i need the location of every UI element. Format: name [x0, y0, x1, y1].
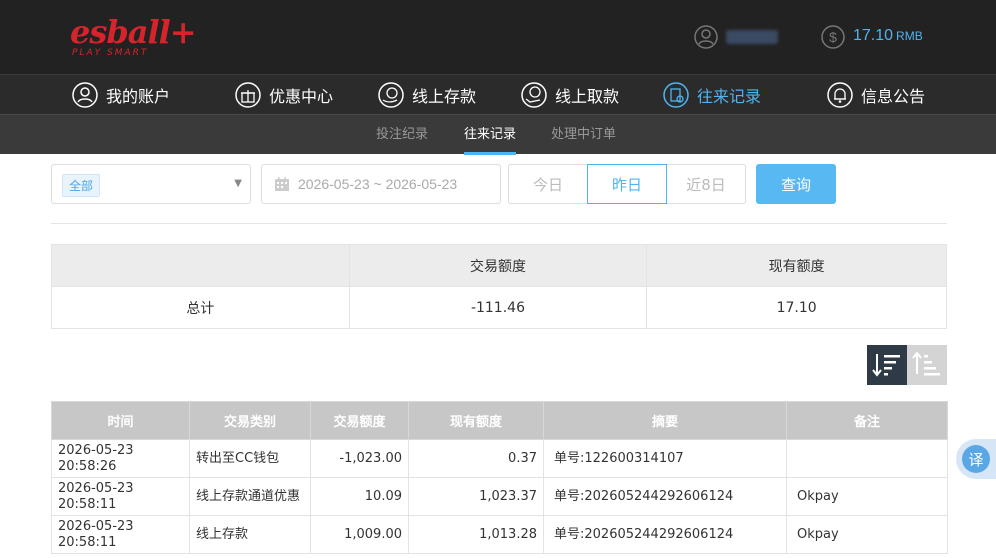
bell-icon	[827, 82, 853, 108]
cell-note	[786, 439, 948, 478]
summary-current-balance: 17.10	[646, 286, 947, 329]
range-last-8-days-button[interactable]: 近8日	[666, 164, 746, 204]
cell-summary: 单号:202605244292606124	[543, 515, 787, 554]
type-chip[interactable]: 全部	[62, 174, 101, 197]
subnav-pending-orders[interactable]: 处理中订单	[551, 115, 616, 155]
username-blurred	[726, 30, 778, 44]
summary-table: 交易额度 现有额度 总计 -111.46 17.10	[51, 244, 947, 329]
brand-logo[interactable]: esball+ PLAY SMART	[70, 14, 197, 60]
calendar-icon	[275, 177, 289, 191]
subnav-transaction-records[interactable]: 往来记录	[464, 115, 517, 155]
account-balance: 17.10 RMB	[853, 27, 923, 45]
sort-desc-icon	[872, 354, 900, 377]
cell-note: Okpay	[786, 515, 948, 554]
top-bar: esball+ PLAY SMART $ 17.10 RMB	[0, 0, 996, 74]
brand-tagline: PLAY SMART	[72, 48, 149, 58]
sort-asc-icon	[912, 352, 940, 376]
nav-label: 信息公告	[861, 87, 926, 106]
cell-time: 2026-05-23 20:58:11	[51, 515, 190, 554]
cell-balance: 1,013.28	[408, 515, 544, 554]
main-nav: 我的账户 优惠中心 线上存款 线上取款 往来记录 信息公告	[0, 74, 996, 114]
col-summary[interactable]: 摘要	[543, 401, 787, 440]
subnav-bet-records[interactable]: 投注纪录	[376, 115, 428, 155]
transaction-type-select[interactable]: 全部 ▼	[51, 164, 251, 204]
cell-amount: 1,009.00	[310, 515, 409, 554]
cell-balance: 1,023.37	[408, 477, 544, 516]
table-row: 2026-05-23 20:58:11 线上存款通道优惠 10.09 1,023…	[51, 477, 948, 516]
nav-promotions[interactable]: 优惠中心	[235, 75, 333, 115]
divider	[51, 223, 947, 224]
sub-nav: 投注纪录 往来记录 处理中订单	[0, 114, 996, 155]
nav-online-deposit[interactable]: 线上存款	[378, 75, 476, 115]
query-button[interactable]: 查询	[756, 164, 836, 204]
date-range-text: 2026-05-23 ~ 2026-05-23	[298, 176, 458, 192]
col-amount[interactable]: 交易额度	[310, 401, 409, 440]
table-row: 2026-05-23 20:58:26 转出至CC钱包 -1,023.00 0.…	[51, 439, 948, 478]
col-balance[interactable]: 现有额度	[408, 401, 544, 440]
balance-amount: 17.10	[853, 27, 894, 44]
table-row: 2026-05-23 20:58:11 线上存款 1,009.00 1,013.…	[51, 515, 948, 554]
nav-my-account[interactable]: 我的账户	[72, 75, 170, 115]
nav-announcements[interactable]: 信息公告	[827, 75, 925, 115]
withdraw-icon	[521, 82, 547, 108]
date-range-picker[interactable]: 2026-05-23 ~ 2026-05-23	[261, 164, 501, 204]
summary-header-balance: 现有额度	[646, 244, 947, 287]
cell-time: 2026-05-23 20:58:11	[51, 477, 190, 516]
range-yesterday-button[interactable]: 昨日	[587, 164, 667, 204]
nav-label: 我的账户	[106, 87, 171, 106]
gift-icon	[235, 82, 261, 108]
records-icon	[663, 82, 689, 108]
cell-type: 转出至CC钱包	[189, 439, 311, 478]
cell-balance: 0.37	[408, 439, 544, 478]
nav-label: 线上存款	[412, 87, 477, 106]
cell-time: 2026-05-23 20:58:26	[51, 439, 190, 478]
dollar-coin-icon: $	[821, 25, 845, 49]
translate-button[interactable]: 译	[956, 439, 996, 479]
summary-row-label: 总计	[51, 286, 350, 329]
cell-type: 线上存款	[189, 515, 311, 554]
translate-icon: 译	[962, 445, 990, 473]
balance-currency: RMB	[896, 29, 923, 43]
nav-label: 优惠中心	[269, 87, 334, 106]
cell-amount: 10.09	[310, 477, 409, 516]
deposit-icon	[378, 82, 404, 108]
summary-transaction-total: -111.46	[348, 286, 648, 329]
nav-label: 往来记录	[697, 87, 762, 106]
user-avatar-icon[interactable]	[694, 25, 718, 49]
summary-header-amount: 交易额度	[348, 244, 648, 287]
records-table: 时间 交易类别 交易额度 现有额度 摘要 备注 2026-05-23 20:58…	[51, 401, 948, 554]
sort-ascending-button[interactable]	[907, 345, 947, 385]
summary-header-empty	[51, 244, 350, 287]
nav-label: 线上取款	[555, 87, 620, 106]
cell-amount: -1,023.00	[310, 439, 409, 478]
cell-summary: 单号:202605244292606124	[543, 477, 787, 516]
nav-transaction-records[interactable]: 往来记录	[663, 75, 761, 115]
cell-summary: 单号:122600314107	[543, 439, 787, 478]
svg-text:$: $	[829, 29, 837, 45]
cell-note: Okpay	[786, 477, 948, 516]
nav-online-withdraw[interactable]: 线上取款	[521, 75, 619, 115]
col-note[interactable]: 备注	[786, 401, 948, 440]
col-time[interactable]: 时间	[51, 401, 190, 440]
brand-name: esball+	[70, 13, 197, 51]
range-today-button[interactable]: 今日	[508, 164, 588, 204]
sort-descending-button[interactable]	[867, 345, 907, 385]
cell-type: 线上存款通道优惠	[189, 477, 311, 516]
col-type[interactable]: 交易类别	[189, 401, 311, 440]
chevron-down-icon: ▼	[234, 178, 242, 189]
user-icon	[72, 82, 98, 108]
